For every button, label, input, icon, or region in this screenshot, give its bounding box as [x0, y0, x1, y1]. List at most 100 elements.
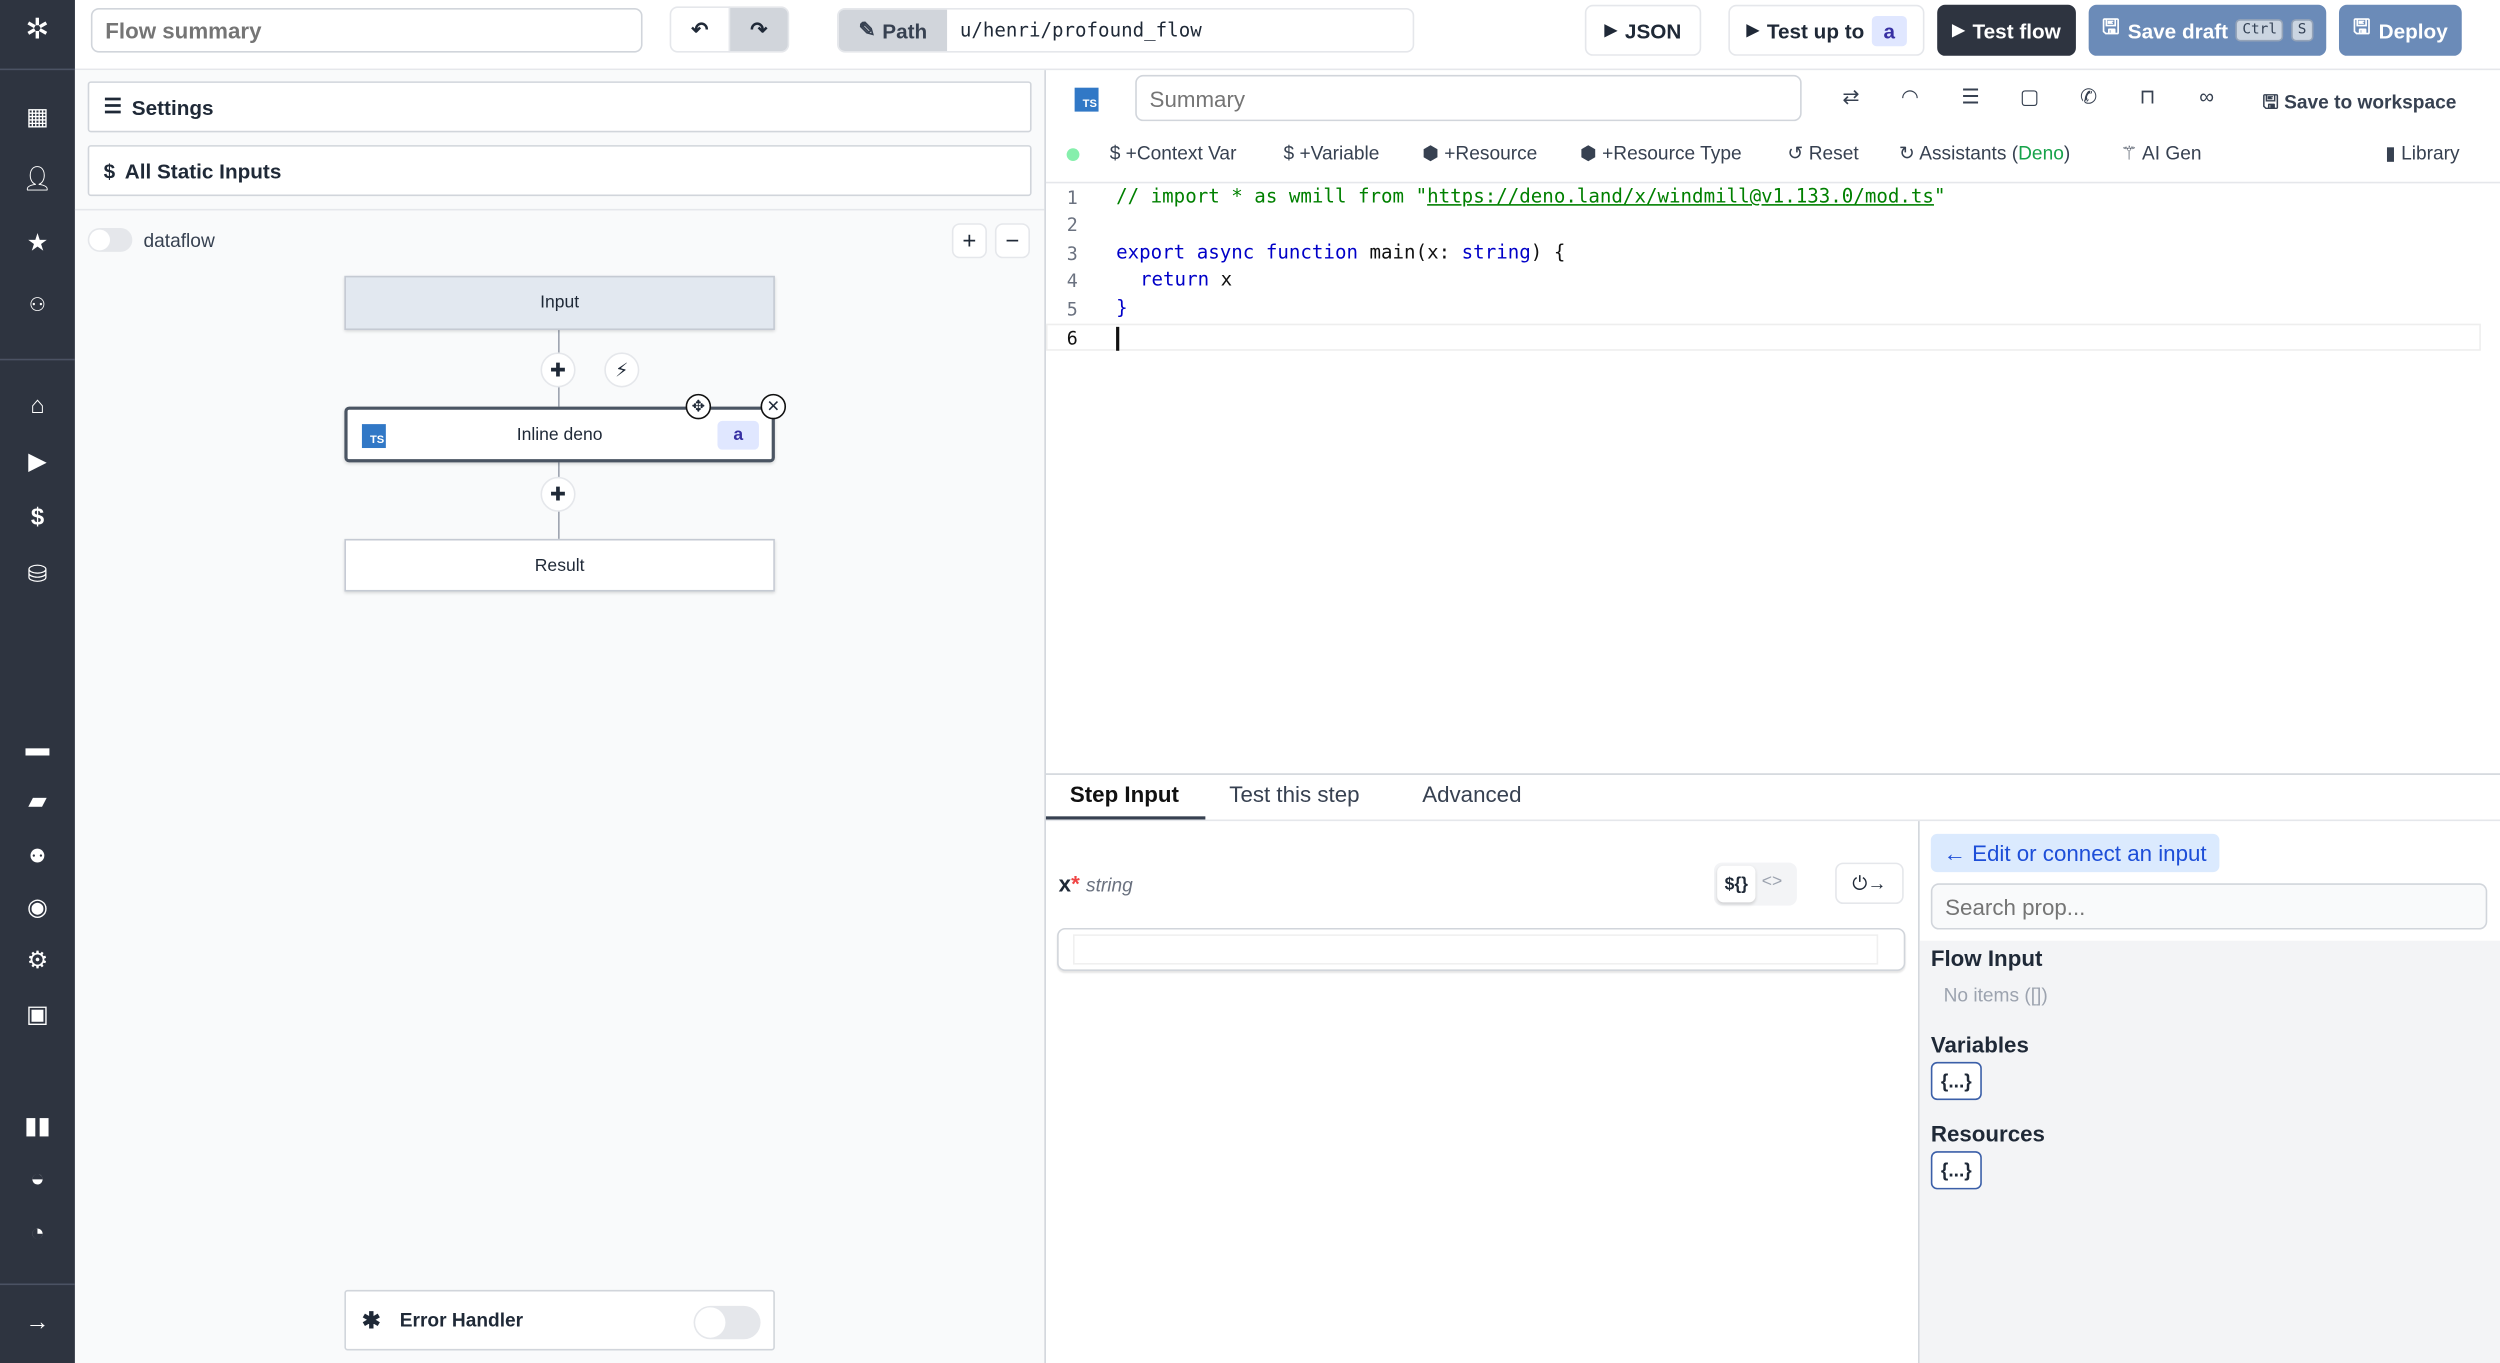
flow-node-input[interactable]: Input	[344, 275, 775, 331]
save-icon: 🖫︎	[2262, 90, 2279, 114]
deploy-button[interactable]: 🖫︎ Deploy	[2338, 4, 2462, 56]
static-inputs-item[interactable]: $ All Static Inputs	[87, 145, 1032, 197]
github-icon[interactable]: ◔	[21, 1220, 54, 1249]
divider	[1045, 819, 2500, 822]
line-number: 5	[1066, 298, 1078, 321]
expand-arrow-icon[interactable]: →	[21, 1309, 54, 1338]
tab-test-this-step[interactable]: Test this step	[1229, 781, 1359, 807]
settings-icon[interactable]: ⚙	[21, 947, 54, 976]
dollar-icon[interactable]: $	[21, 504, 54, 533]
gauge-icon[interactable]: ◠	[1896, 85, 1925, 114]
library-button[interactable]: ▮ Library	[2385, 142, 2459, 164]
context-var-button[interactable]: $ +Context Var	[1110, 142, 1237, 164]
windmill-logo[interactable]: ✲	[21, 14, 54, 43]
test-up-to-button[interactable]: ▶ Test up to a	[1728, 4, 1925, 56]
error-handler[interactable]: ✱ Error Handler	[344, 1289, 775, 1351]
building-icon[interactable]: ▦	[21, 104, 54, 133]
save-to-workspace-button[interactable]: 🖫︎ Save to workspace	[2262, 88, 2456, 121]
dataflow-toggle[interactable]	[87, 227, 133, 252]
variable-button[interactable]: $ +Variable	[1283, 142, 1379, 164]
code-link[interactable]: https://deno.land/x/windmill@v1.133.0/mo…	[1427, 185, 1934, 207]
calendar-icon[interactable]: ▬	[21, 735, 54, 764]
square-icon[interactable]: ▢	[2015, 85, 2044, 114]
search-prop-input[interactable]	[1930, 883, 2488, 930]
play-icon[interactable]: ▶	[21, 448, 54, 477]
arg-x-input[interactable]	[1057, 927, 1906, 971]
cube-icon: ⬢	[1422, 141, 1439, 165]
move-button[interactable]: ✥	[685, 393, 712, 420]
users-icon[interactable]: ⚇	[21, 290, 54, 319]
reset-button[interactable]: ↺ Reset	[1787, 142, 1858, 164]
bed-icon[interactable]: ⊓	[2133, 85, 2162, 114]
rotate-ccw-icon: ↺	[1787, 141, 1804, 165]
tab-advanced[interactable]: Advanced	[1422, 781, 1521, 807]
database-icon[interactable]: ☰	[1956, 85, 1985, 114]
pencil-icon: ✎	[858, 17, 876, 42]
edit-connect-input-button[interactable]: ← Edit or connect an input	[1930, 833, 2220, 873]
text-cursor	[1116, 326, 1119, 351]
zoom-out-button[interactable]: −	[994, 223, 1030, 259]
flow-node-result[interactable]: Result	[344, 538, 775, 592]
plug-icon: ⏻→	[1852, 871, 1887, 894]
bot-icon[interactable]: ▣	[21, 1001, 54, 1030]
resources-expand-button[interactable]: {...}	[1930, 1151, 1982, 1190]
folder-open-icon[interactable]: ▰	[21, 788, 54, 817]
star-icon[interactable]: ★	[21, 230, 54, 259]
line-number: 4	[1066, 269, 1078, 292]
delete-step-button[interactable]: ✕	[760, 393, 787, 420]
save-draft-button[interactable]: 🖫︎ Save draft Ctrl S	[2088, 4, 2327, 56]
ai-gen-button[interactable]: ⚚ AI Gen	[2121, 142, 2202, 164]
json-button[interactable]: ▶ JSON	[1584, 4, 1702, 56]
variables-expand-button[interactable]: {...}	[1930, 1061, 1982, 1101]
book-icon: ▮	[2385, 141, 2396, 165]
path-label: ✎ Path	[838, 9, 948, 52]
test-flow-button[interactable]: ▶ Test flow	[1937, 4, 2076, 56]
discord-icon[interactable]: ◒	[21, 1166, 54, 1195]
phone-incoming-icon[interactable]: ✆	[2074, 85, 2103, 114]
tab-step-input[interactable]: Step Input	[1070, 781, 1179, 807]
expression-mode-button[interactable]: ${}	[1717, 865, 1756, 903]
users-cog-icon[interactable]: ⚉	[21, 842, 54, 871]
retry-icon[interactable]: ⇄	[1837, 85, 1866, 114]
divider	[0, 358, 75, 361]
play-icon: ▶	[1746, 21, 1759, 40]
code-editor[interactable]	[1046, 183, 2500, 773]
code-line: export async function main(x: string) {	[1116, 240, 1566, 264]
connect-plug-button[interactable]: ⏻→	[1835, 862, 1904, 905]
assistants-button[interactable]: ↻ Assistants (Deno)	[1899, 142, 2070, 164]
plus-icon: ✚	[550, 483, 567, 506]
resource-type-button[interactable]: ⬢ +Resource Type	[1580, 142, 1742, 164]
step-id-badge: a	[717, 420, 759, 450]
user-icon[interactable]: 👤︎	[21, 166, 54, 195]
current-line-highlight	[1045, 323, 2481, 351]
add-step-button[interactable]: ✚	[540, 352, 576, 388]
resources-title: Resources	[1930, 1120, 2045, 1147]
line-number: 2	[1066, 213, 1078, 236]
eye-icon[interactable]: ◉	[21, 894, 54, 923]
add-trigger-button[interactable]: ⚡︎	[604, 352, 640, 388]
undo-button[interactable]: ↶	[669, 6, 731, 53]
settings-item[interactable]: ☰ Settings	[87, 81, 1032, 133]
dollar-icon: $	[103, 158, 116, 183]
input-mode-toggle: ${} <>	[1713, 862, 1797, 906]
resource-button[interactable]: ⬢ +Resource	[1422, 142, 1537, 164]
add-step-button[interactable]: ✚	[540, 476, 576, 512]
voicemail-icon[interactable]: ∞	[2192, 85, 2221, 114]
redo-button[interactable]: ↷	[728, 6, 790, 53]
typescript-icon: TS	[361, 424, 386, 449]
flow-input-empty: No items ([])	[1943, 983, 2048, 1007]
flow-summary-input[interactable]	[90, 7, 643, 53]
home-icon[interactable]: ⌂	[21, 392, 54, 421]
line-number: 3	[1066, 242, 1078, 265]
step-summary-input[interactable]	[1135, 74, 1802, 122]
error-handler-toggle[interactable]	[693, 1305, 761, 1340]
play-icon: ▶	[1952, 21, 1965, 40]
zoom-in-button[interactable]: +	[951, 223, 987, 259]
path-input[interactable]: u/henri/profound_flow	[947, 10, 1202, 51]
code-mode-button[interactable]: <>	[1762, 872, 1783, 891]
cubes-icon[interactable]: ⛁	[21, 561, 54, 590]
book-icon[interactable]: ▮▮	[21, 1113, 54, 1142]
divider	[1045, 773, 2500, 775]
close-icon: ✕	[766, 397, 780, 416]
flow-node-inline-deno[interactable]: TS Inline deno a	[344, 406, 775, 463]
